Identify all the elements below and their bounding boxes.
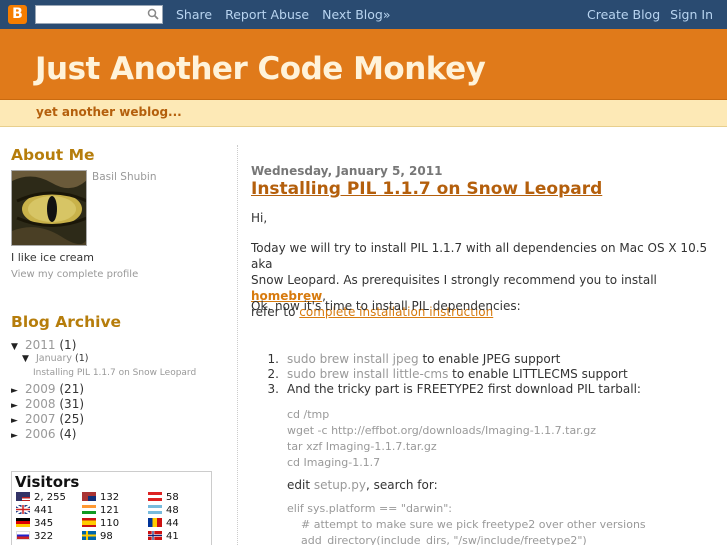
archive-year-2011[interactable]: ▼ 2011 (1) xyxy=(11,338,76,352)
archive-count: (4) xyxy=(59,427,77,441)
code-block-setup: elif sys.platform == "darwin": # attempt… xyxy=(287,502,646,545)
archive-year-link[interactable]: 2011 xyxy=(25,338,56,352)
archive-year-link[interactable]: 2007 xyxy=(25,412,56,426)
visitors-title: Visitors xyxy=(15,473,80,491)
visitor-count-uk: 441 xyxy=(16,505,53,516)
archive-year-2007[interactable]: ► 2007 (25) xyxy=(11,412,84,426)
collapse-toggle-icon[interactable]: ► xyxy=(11,386,25,396)
visitors-widget[interactable]: Visitors 2, 255 441 345 322 132 121 110 … xyxy=(11,471,212,545)
visitor-count-ro: 44 xyxy=(148,518,179,529)
search-icon[interactable] xyxy=(147,8,159,20)
blog-description: yet another weblog... xyxy=(36,105,182,119)
collapse-toggle-icon[interactable]: ► xyxy=(11,416,25,426)
visitor-count-au: 132 xyxy=(82,492,119,503)
description-bar: yet another weblog... xyxy=(0,100,727,127)
edit-instruction: edit setup.py, search for: xyxy=(287,478,438,492)
archive-count: (1) xyxy=(59,338,77,352)
ru-flag-icon xyxy=(16,531,30,540)
visitor-count-in: 121 xyxy=(82,505,119,516)
sign-in-link[interactable]: Sign In xyxy=(670,7,713,22)
visitor-count-se: 98 xyxy=(82,531,113,542)
archive-year-link[interactable]: 2008 xyxy=(25,397,56,411)
expand-toggle-icon[interactable]: ▼ xyxy=(22,354,36,364)
visitor-count-de: 345 xyxy=(16,518,53,529)
archive-count: (31) xyxy=(59,397,85,411)
archive-count: (1) xyxy=(75,353,89,364)
report-abuse-link[interactable]: Report Abuse xyxy=(225,7,309,22)
archive-month-january[interactable]: ▼ January (1) xyxy=(22,353,89,364)
archive-count: (25) xyxy=(59,412,85,426)
blog-archive-heading: Blog Archive xyxy=(11,313,122,331)
about-me-heading: About Me xyxy=(11,146,95,164)
se-flag-icon xyxy=(82,531,96,540)
collapse-toggle-icon[interactable]: ► xyxy=(11,431,25,441)
ro-flag-icon xyxy=(148,518,162,527)
visitor-count-ru: 322 xyxy=(16,531,53,542)
sidebar: About Me Basil Shubin I like ice cream V… xyxy=(0,127,230,545)
es-flag-icon xyxy=(82,518,96,527)
archive-year-2008[interactable]: ► 2008 (31) xyxy=(11,397,84,411)
archive-year-2006[interactable]: ► 2006 (4) xyxy=(11,427,76,441)
blogger-navbar: B Share Report Abuse Next Blog» Create B… xyxy=(0,0,727,29)
avatar[interactable] xyxy=(11,170,87,246)
archive-count: (21) xyxy=(59,382,85,396)
de-flag-icon xyxy=(16,518,30,527)
share-link[interactable]: Share xyxy=(176,7,212,22)
view-profile-link[interactable]: View my complete profile xyxy=(11,269,138,280)
visitor-count-no: 41 xyxy=(148,531,179,542)
create-blog-link[interactable]: Create Blog xyxy=(587,7,660,22)
archive-year-link[interactable]: 2009 xyxy=(25,382,56,396)
post-date: Wednesday, January 5, 2011 xyxy=(251,164,443,178)
expand-toggle-icon[interactable]: ▼ xyxy=(11,342,25,352)
command-text: sudo brew install little-cms xyxy=(287,367,449,381)
collapse-toggle-icon[interactable]: ► xyxy=(11,401,25,411)
in-flag-icon xyxy=(82,505,96,514)
blogger-logo-icon[interactable]: B xyxy=(8,5,27,24)
blog-title[interactable]: Just Another Code Monkey xyxy=(35,51,486,87)
about-text: I like ice cream xyxy=(11,251,95,264)
search-box xyxy=(35,5,163,24)
visitor-count-ar: 48 xyxy=(148,505,179,516)
search-input[interactable] xyxy=(36,6,144,23)
archive-year-2009[interactable]: ► 2009 (21) xyxy=(11,382,84,396)
blog-header: Just Another Code Monkey xyxy=(0,29,727,100)
post-title-link[interactable]: Installing PIL 1.1.7 on Snow Leopard xyxy=(251,179,602,199)
command-text: sudo brew install jpeg xyxy=(287,352,419,366)
us-flag-icon xyxy=(16,492,30,501)
code-block-download: cd /tmp wget -c http://effbot.org/downlo… xyxy=(287,408,596,469)
next-blog-link[interactable]: Next Blog» xyxy=(322,7,390,22)
uk-flag-icon xyxy=(16,505,30,514)
archive-month-link[interactable]: January xyxy=(36,353,72,364)
no-flag-icon xyxy=(148,531,162,540)
post-deps-text: Ok, now it's time to install PIL depende… xyxy=(251,299,521,313)
visitor-count-es: 110 xyxy=(82,518,119,529)
column-divider xyxy=(237,145,238,545)
visitor-count-at: 58 xyxy=(148,492,179,503)
visitor-count-us: 2, 255 xyxy=(16,492,66,503)
at-flag-icon xyxy=(148,492,162,501)
au-flag-icon xyxy=(82,492,96,501)
ar-flag-icon xyxy=(148,505,162,514)
archive-year-link[interactable]: 2006 xyxy=(25,427,56,441)
author-name[interactable]: Basil Shubin xyxy=(92,171,157,183)
post-greeting: Hi, xyxy=(251,211,268,225)
archive-post-link[interactable]: Installing PIL 1.1.7 on Snow Leopard xyxy=(33,368,196,378)
archive-post-item[interactable]: Installing PIL 1.1.7 on Snow Leopard xyxy=(33,368,196,378)
profile-photo-icon xyxy=(12,171,86,245)
